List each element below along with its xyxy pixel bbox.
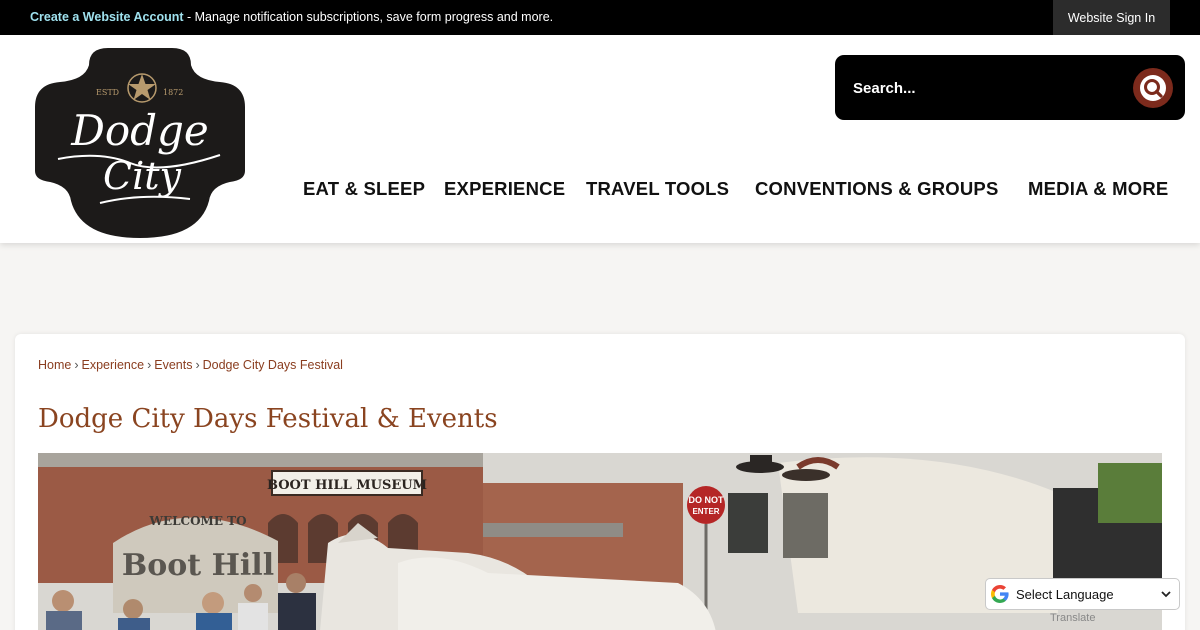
logo-estd-text: ESTD [96, 88, 119, 97]
search-icon [1140, 75, 1166, 101]
chevron-down-icon [1161, 591, 1171, 598]
breadcrumb-separator: › [147, 358, 152, 372]
utility-bar: Create a Website Account - Manage notifi… [0, 0, 1200, 35]
hero-sign-do-not: DO NOT [689, 495, 725, 505]
translate-powered-by: Translate [1050, 612, 1096, 624]
search-box [835, 55, 1185, 120]
hero-sign-welcome: WELCOME TO [148, 514, 246, 528]
create-account-link[interactable]: Create a Website Account [30, 10, 184, 24]
website-sign-in-button[interactable]: Website Sign In [1053, 0, 1170, 35]
logo-year-text: 1872 [163, 88, 183, 97]
breadcrumb-separator: › [195, 358, 200, 372]
google-icon [991, 585, 1009, 603]
breadcrumb-experience[interactable]: Experience [82, 358, 145, 372]
breadcrumb-home[interactable]: Home [38, 358, 71, 372]
search-input[interactable] [853, 75, 1113, 101]
account-description: - Manage notification subscriptions, sav… [183, 10, 554, 24]
hero-sign-boothill: Boot Hill [122, 548, 274, 583]
search-button[interactable] [1133, 68, 1173, 108]
breadcrumb-current[interactable]: Dodge City Days Festival [203, 358, 343, 372]
nav-media-more[interactable]: MEDIA & MORE [1028, 178, 1168, 200]
language-selector[interactable]: Select Language [985, 578, 1180, 610]
breadcrumb-separator: › [74, 358, 79, 372]
page-title: Dodge City Days Festival & Events [38, 404, 498, 434]
nav-eat-sleep[interactable]: EAT & SLEEP [303, 178, 425, 200]
nav-conventions-groups[interactable]: CONVENTIONS & GROUPS [755, 178, 999, 200]
account-message: Create a Website Account - Manage notifi… [30, 10, 553, 24]
main-navigation: EAT & SLEEP EXPERIENCE TRAVEL TOOLS CONV… [0, 178, 1200, 202]
breadcrumb: Home › Experience › Events › Dodge City Days F… [38, 358, 343, 372]
hero-sign-museum: BOOT HILL MUSEUM [267, 478, 427, 493]
logo-dodge-text: Dodge [70, 106, 209, 155]
breadcrumb-events[interactable]: Events [154, 358, 192, 372]
hero-sign-enter: ENTER [692, 507, 719, 516]
nav-experience[interactable]: EXPERIENCE [444, 178, 565, 200]
dodge-city-logo[interactable]: ESTD 1872 Dodge City [30, 43, 250, 241]
nav-travel-tools[interactable]: TRAVEL TOOLS [586, 178, 729, 200]
site-header: ESTD 1872 Dodge City EAT & SLEEP EXPERIE… [0, 35, 1200, 243]
language-select-label: Select Language [1016, 586, 1114, 602]
